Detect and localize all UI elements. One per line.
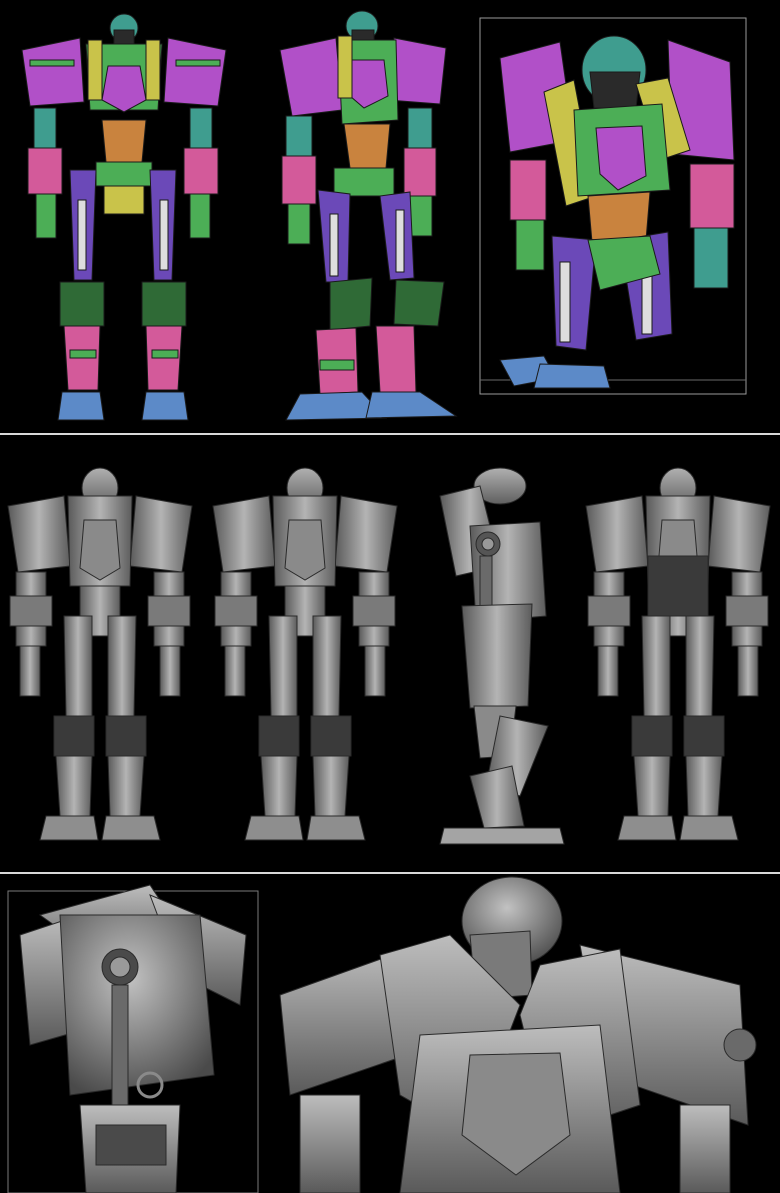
clay-turnaround-render — [7, 467, 771, 845]
clay-robot-back — [585, 467, 771, 841]
panel-separator — [0, 433, 780, 435]
clay-robot-front-left — [7, 467, 193, 841]
clay-back-detail — [19, 884, 247, 1193]
clay-details-panel — [0, 875, 780, 1193]
clay-turnaround-panel — [0, 436, 780, 872]
polygroup-robot-closeup — [499, 35, 735, 389]
polygroup-robot-three-quarter — [279, 10, 458, 421]
polygroup-render — [21, 10, 747, 421]
polygroup-robot-front — [21, 13, 227, 421]
clay-chest-detail — [279, 876, 757, 1193]
polygroup-panel — [0, 0, 780, 433]
clay-robot-side — [439, 467, 565, 845]
panel-separator-2 — [0, 872, 780, 874]
clay-robot-front — [212, 467, 398, 841]
clay-details-render — [7, 876, 757, 1193]
